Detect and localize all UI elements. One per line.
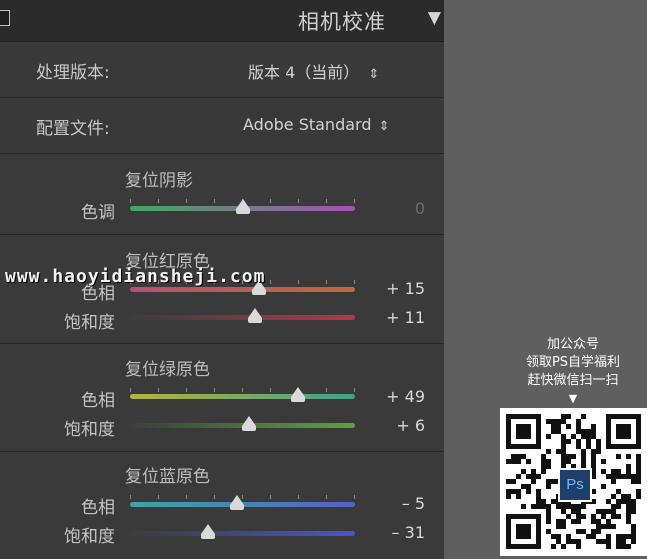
slider-tick	[298, 280, 299, 284]
slider-tick	[130, 388, 131, 392]
red-saturation-slider-track[interactable]	[130, 315, 355, 320]
slider-tick	[214, 388, 215, 392]
updown-chevron-icon: ⇕	[368, 67, 380, 82]
slider-tick	[158, 388, 159, 392]
slider-tick	[270, 280, 271, 284]
slider-tick	[354, 495, 355, 499]
red-saturation-slider-thumb[interactable]	[247, 308, 262, 323]
shadows-reset-link[interactable]: 复位阴影	[125, 166, 193, 191]
green-saturation-slider-thumb[interactable]	[242, 416, 257, 431]
slider-tick	[214, 199, 215, 203]
slider-tick	[354, 388, 355, 392]
tint-value[interactable]: 0	[375, 199, 425, 218]
promo-line-2: 领取PS自学福利	[525, 355, 621, 370]
slider-tick	[186, 495, 187, 499]
slider-tick	[130, 199, 131, 203]
slider-tick	[354, 199, 355, 203]
slider-tick	[298, 199, 299, 203]
profile-label: 配置文件:	[36, 119, 110, 139]
site-watermark: www.haoyidiansheji.com	[5, 266, 266, 287]
green-hue-ticks	[130, 388, 355, 392]
updown-chevron-icon: ⇕	[378, 119, 390, 134]
arrow-down-icon: ▼	[568, 392, 578, 405]
green-saturation-label: 饱和度	[64, 420, 115, 440]
red-saturation-label: 饱和度	[64, 313, 115, 333]
process-version-select[interactable]: 版本 4（当前） ⇕	[248, 59, 379, 83]
camera-calibration-panel: 相机校准 ▼ 处理版本: 版本 4（当前） ⇕ 配置文件: Adobe Stan…	[0, 0, 444, 559]
slider-tick	[130, 495, 131, 499]
green-primary-group: 复位绿原色 色相 + 49 饱和度 + 6	[0, 344, 444, 452]
tint-label: 色调	[81, 203, 115, 223]
process-version-value: 版本 4（当前）	[248, 63, 360, 82]
slider-tick	[270, 199, 271, 203]
promo-line-1: 加公众号	[546, 337, 599, 352]
slider-tick	[186, 388, 187, 392]
shadows-group: 复位阴影 色调 0	[0, 154, 444, 235]
red-primary-group: 复位红原色 色相 + 15 饱和度 + 11	[0, 235, 444, 344]
slider-tick	[326, 199, 327, 203]
slider-tick	[298, 495, 299, 499]
blue-hue-value[interactable]: – 5	[375, 494, 425, 513]
blue-hue-slider-thumb[interactable]	[229, 495, 244, 510]
tint-slider-thumb[interactable]	[235, 199, 250, 214]
slider-tick	[326, 388, 327, 392]
slider-tick	[326, 495, 327, 499]
slider-tick	[158, 199, 159, 203]
red-saturation-value[interactable]: + 11	[375, 308, 425, 327]
slider-tick	[214, 495, 215, 499]
green-hue-value[interactable]: + 49	[375, 387, 425, 406]
red-hue-slider-track[interactable]	[130, 287, 355, 292]
profile-row: 配置文件: Adobe Standard ⇕	[0, 98, 444, 154]
blue-primary-group: 复位蓝原色 色相 – 5 饱和度 – 31	[0, 452, 444, 559]
blue-saturation-label: 饱和度	[64, 527, 115, 547]
green-hue-slider-thumb[interactable]	[290, 387, 305, 402]
profile-value: Adobe Standard	[243, 115, 372, 134]
slider-tick	[242, 388, 243, 392]
slider-tick	[270, 388, 271, 392]
blue-saturation-slider-track[interactable]	[130, 531, 355, 536]
green-hue-label: 色相	[81, 391, 115, 411]
blue-saturation-slider-thumb[interactable]	[200, 524, 215, 539]
green-hue-slider-track[interactable]	[130, 394, 355, 399]
process-version-label: 处理版本:	[36, 63, 110, 83]
green-primary-reset-link[interactable]: 复位绿原色	[125, 355, 210, 380]
red-hue-value[interactable]: + 15	[375, 279, 425, 298]
slider-tick	[186, 199, 187, 203]
panel-header[interactable]: 相机校准 ▼	[0, 0, 444, 42]
promo-text: 加公众号 领取PS自学福利 赶快微信扫一扫 ▼	[498, 336, 647, 408]
process-version-row: 处理版本: 版本 4（当前） ⇕	[0, 42, 444, 98]
slider-tick	[326, 280, 327, 284]
slider-tick	[354, 280, 355, 284]
slider-tick	[270, 495, 271, 499]
blue-primary-reset-link[interactable]: 复位蓝原色	[125, 462, 210, 487]
promo-line-3: 赶快微信扫一扫	[527, 373, 619, 388]
panel-title: 相机校准	[298, 10, 386, 34]
panel-toggle-square-icon[interactable]	[0, 10, 10, 26]
profile-select[interactable]: Adobe Standard ⇕	[243, 115, 389, 134]
photoshop-logo-icon: Ps	[558, 468, 592, 502]
blue-saturation-value[interactable]: – 31	[375, 523, 425, 542]
green-saturation-value[interactable]: + 6	[375, 416, 425, 435]
triangle-down-icon[interactable]: ▼	[428, 8, 441, 28]
blue-hue-label: 色相	[81, 498, 115, 518]
slider-tick	[158, 495, 159, 499]
